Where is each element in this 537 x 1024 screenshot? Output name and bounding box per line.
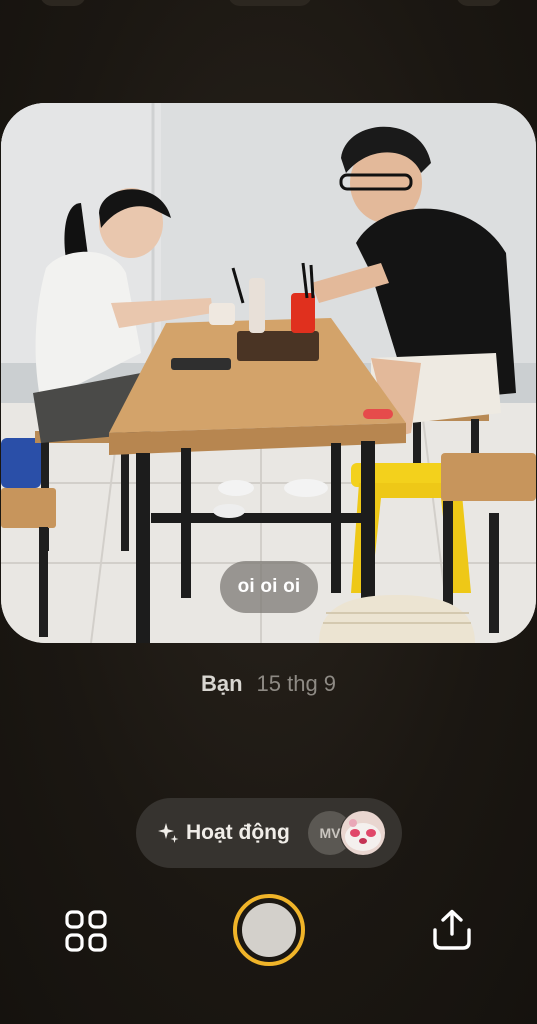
shutter-inner: [242, 903, 296, 957]
photo-card[interactable]: oi oi oi: [1, 103, 536, 643]
top-center-control[interactable]: [228, 0, 312, 6]
photo-caption: oi oi oi: [220, 561, 318, 613]
author-name[interactable]: Bạn: [201, 671, 243, 697]
top-left-control[interactable]: [40, 0, 86, 6]
activity-label: Hoạt động: [186, 821, 290, 844]
avatar-photo: [340, 810, 386, 856]
post-date: 15 thg 9: [256, 671, 337, 696]
share-icon[interactable]: [430, 908, 474, 952]
grid-icon[interactable]: [64, 909, 108, 953]
top-right-control[interactable]: [456, 0, 502, 6]
sparkle-icon: [158, 823, 179, 843]
shutter-button[interactable]: [233, 894, 305, 966]
activity-button[interactable]: Hoạt động MV: [136, 798, 402, 868]
screen: oi oi oi Bạn 15 thg 9 Hoạt động MV: [0, 0, 537, 1024]
post-meta: Bạn 15 thg 9: [0, 671, 537, 697]
